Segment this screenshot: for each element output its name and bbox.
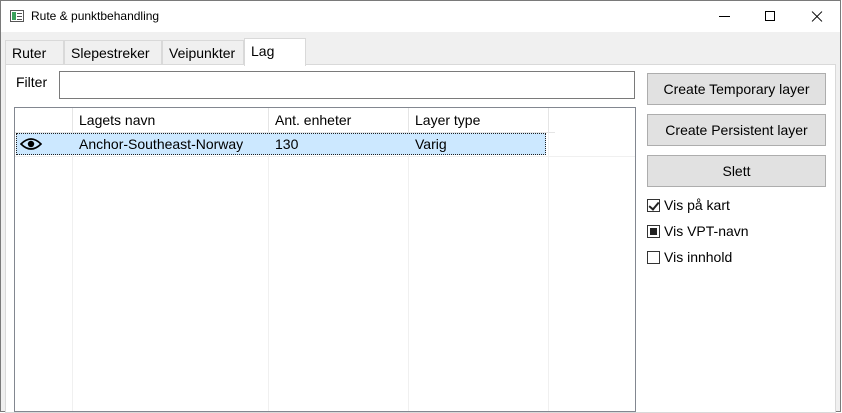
show-content-label: Vis innhold xyxy=(664,249,733,265)
close-button[interactable] xyxy=(793,1,839,32)
tab-ruter[interactable]: Ruter xyxy=(5,40,64,64)
column-header-name[interactable]: Lagets navn xyxy=(79,112,155,128)
header-divider xyxy=(548,108,549,132)
maximize-button[interactable] xyxy=(747,1,793,32)
filter-label: Filter xyxy=(16,74,48,90)
tab-veipunkter[interactable]: Veipunkter xyxy=(162,40,244,64)
main-window: Rute & punktbehandling Ruter Slepestreke… xyxy=(0,0,841,413)
cell-layer-count[interactable]: 130 xyxy=(275,136,298,152)
column-divider xyxy=(548,108,549,411)
column-header-type[interactable]: Layer type xyxy=(415,112,480,128)
show-vpt-names-label: Vis VPT-navn xyxy=(664,223,749,239)
checkbox-checked-icon[interactable] xyxy=(647,199,660,212)
title-bar[interactable]: Rute & punktbehandling xyxy=(1,1,840,32)
tab-slepestreker[interactable]: Slepestreker xyxy=(64,40,162,64)
lag-panel: Filter Lagets navn Ant. enheter Layer ty… xyxy=(5,64,836,413)
checkbox-indeterminate-icon[interactable] xyxy=(647,225,660,238)
create-persistent-layer-button[interactable]: Create Persistent layer xyxy=(647,114,826,146)
column-header-count[interactable]: Ant. enheter xyxy=(275,112,351,128)
eye-icon[interactable] xyxy=(20,137,42,151)
delete-button[interactable]: Slett xyxy=(647,155,826,187)
header-divider xyxy=(72,108,73,132)
app-window-icon xyxy=(10,10,24,22)
minimize-button[interactable] xyxy=(701,1,747,32)
layer-table[interactable]: Lagets navn Ant. enheter Layer type Anch… xyxy=(14,107,636,412)
row-separator xyxy=(15,156,635,157)
tab-lag[interactable]: Lag xyxy=(244,38,306,66)
cell-layer-type[interactable]: Varig xyxy=(415,136,447,152)
window-title: Rute & punktbehandling xyxy=(31,9,160,23)
cell-layer-name[interactable]: Anchor-Southeast-Norway xyxy=(79,136,243,152)
checkbox-unchecked-icon[interactable] xyxy=(647,251,660,264)
show-on-map-label: Vis på kart xyxy=(664,197,730,213)
header-divider xyxy=(408,108,409,132)
filter-input[interactable] xyxy=(59,71,635,99)
create-temporary-layer-button[interactable]: Create Temporary layer xyxy=(647,73,826,105)
header-divider xyxy=(268,108,269,132)
